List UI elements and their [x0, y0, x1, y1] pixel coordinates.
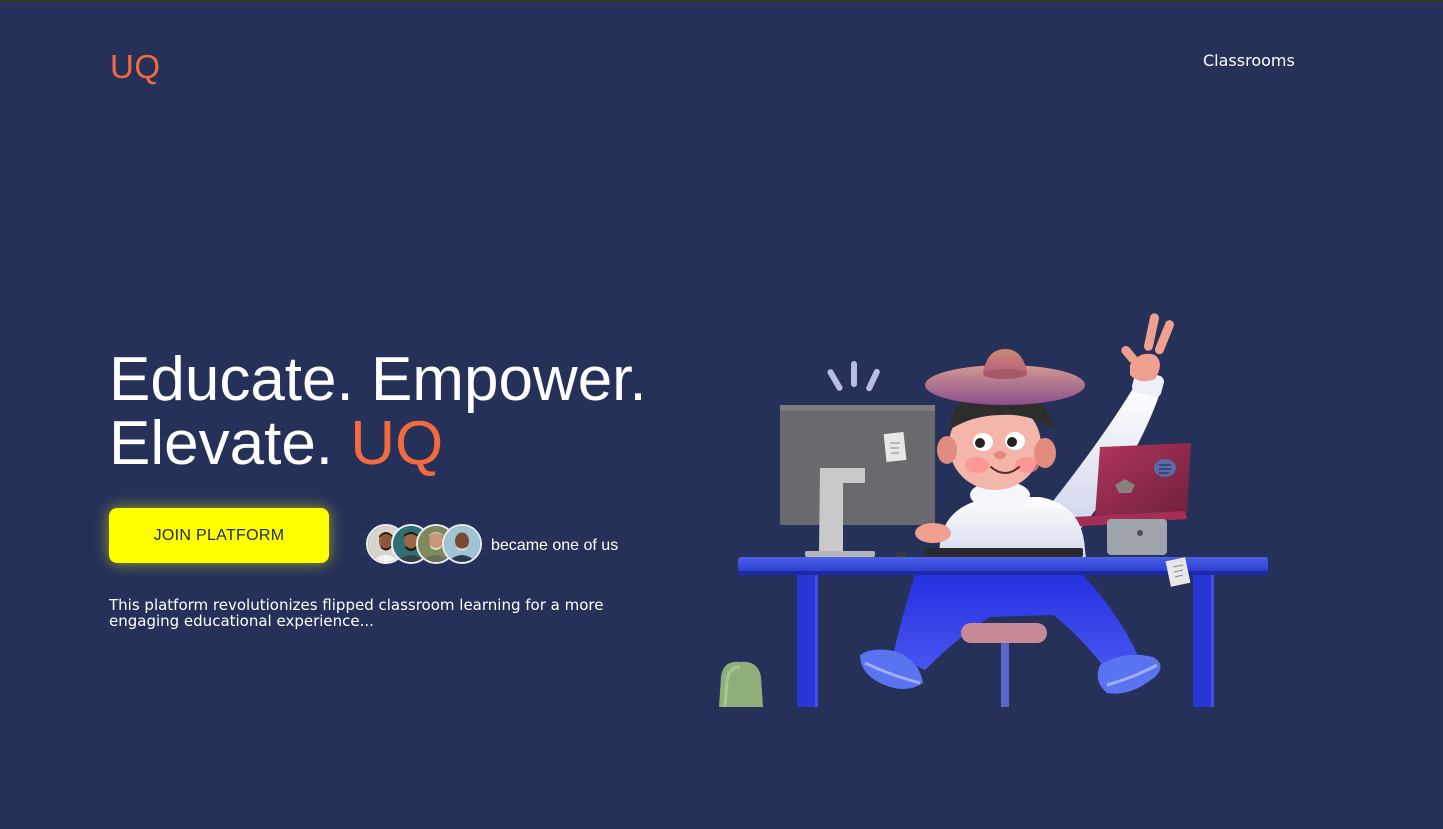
join-platform-button[interactable]: JOIN PLATFORM: [109, 508, 329, 563]
nav-link-classrooms[interactable]: Classrooms: [1203, 51, 1295, 70]
avatar: [442, 524, 482, 564]
window-top-border: [0, 0, 1443, 2]
hero-illustration: [719, 313, 1268, 707]
hero-title-accent: UQ: [350, 409, 444, 478]
hero-title-line2-prefix: Elevate.: [109, 409, 334, 478]
hero-title: Educate. Empower. Elevate. UQ: [109, 348, 647, 476]
member-avatars: [366, 524, 486, 566]
hero-title-line1: Educate. Empower.: [109, 345, 647, 414]
community-text: became one of us: [491, 537, 619, 554]
monitor-shape: [780, 405, 935, 525]
hero-description: This platform revolutionizes flipped cla…: [109, 596, 604, 630]
logo[interactable]: UQ: [110, 48, 161, 86]
laptop-shape: [1095, 443, 1191, 517]
